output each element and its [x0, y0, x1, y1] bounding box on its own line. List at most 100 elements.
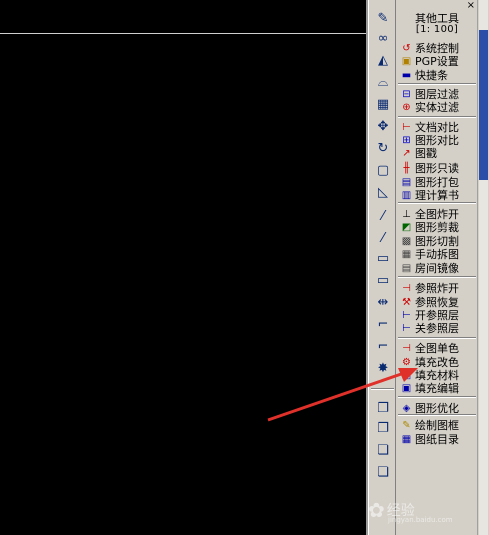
- link-icon[interactable]: ∞: [372, 28, 394, 48]
- menu-item-label: 参照恢复: [415, 296, 459, 309]
- watermark: ✿ 经验 jingyan.baidu.com: [368, 490, 478, 530]
- rotate-icon[interactable]: ↻: [372, 138, 394, 158]
- menu-separator: [398, 276, 476, 278]
- crosshair-line: [0, 33, 368, 34]
- menu-separator: [398, 396, 476, 398]
- mirror-icon[interactable]: ◭: [372, 50, 394, 70]
- menu-item-label: 参照炸开: [415, 282, 459, 295]
- toolbar-separator: [371, 388, 394, 390]
- layer2-icon[interactable]: ❏: [372, 462, 394, 482]
- menu-item[interactable]: ▣ 填充编辑: [398, 382, 478, 395]
- menu-item-label: 图形打包: [415, 176, 459, 189]
- menu-item-label: 图形只读: [415, 162, 459, 175]
- rect-icon[interactable]: ▭: [372, 270, 394, 290]
- extend-icon[interactable]: ⁄: [372, 228, 394, 248]
- menu-item[interactable]: ⊞ 图形对比: [398, 134, 478, 147]
- menu-item[interactable]: ▦ 手动拆图: [398, 248, 478, 261]
- paste-icon[interactable]: ❐: [372, 418, 394, 438]
- menu-item[interactable]: ⊢ 关参照层: [398, 322, 478, 335]
- c-refresh-icon: ↺: [402, 43, 411, 54]
- fill-edit-icon: ▣: [401, 383, 412, 394]
- menu-item-label: PGP设置: [415, 55, 459, 68]
- menu-item[interactable]: ◩ 图形剪裁: [398, 221, 478, 234]
- bar-icon: ▬: [401, 70, 412, 81]
- menu-item-label: 绘制图框: [415, 419, 459, 432]
- menu-item-label: 实体过滤: [415, 101, 459, 114]
- ref-restore-icon: ⚒: [402, 297, 411, 308]
- catalog-icon: ▦: [401, 434, 412, 445]
- ref-explode-icon: ⊣: [402, 283, 411, 294]
- vertical-scrollbar[interactable]: [477, 0, 489, 535]
- explode-all-icon: ⊥: [402, 209, 411, 220]
- copy-icon[interactable]: ❐: [372, 398, 394, 418]
- menu-item-label: 图戳: [415, 147, 437, 160]
- menu-item-label: 关参照层: [415, 322, 459, 335]
- menu-separator: [398, 202, 476, 204]
- menu-item[interactable]: ⊣ 全图单色: [398, 342, 478, 355]
- menu-item[interactable]: ▩ 图形切割: [398, 235, 478, 248]
- menu-item-label: 填充材料: [415, 369, 459, 382]
- split-icon: ▦: [401, 249, 412, 260]
- menu-item-label: 图纸目录: [415, 433, 459, 446]
- menu-separator: [398, 337, 476, 339]
- menu-item[interactable]: ╫ 图形只读: [398, 162, 478, 175]
- stamp-icon: ↗: [402, 148, 411, 159]
- ref-layer-on-icon: ⊢: [402, 310, 411, 321]
- chamfer-icon[interactable]: ⌐: [372, 314, 394, 334]
- mono-icon: ⊣: [402, 343, 411, 354]
- menu-separator: [398, 414, 476, 416]
- menu-item[interactable]: ⊣ 参照炸开: [398, 282, 478, 295]
- menu-item[interactable]: ↗ 图戳: [398, 147, 478, 160]
- readonly-icon: ╫: [403, 163, 410, 174]
- explode-icon[interactable]: ✸: [372, 358, 394, 378]
- paw-logo-icon: ✿: [368, 498, 385, 522]
- menu-item-label: 图形剪裁: [415, 221, 459, 234]
- offset-icon[interactable]: ⌓: [372, 72, 394, 92]
- crop-icon: ◩: [401, 222, 412, 233]
- move-icon[interactable]: ✥: [372, 116, 394, 136]
- other-tools-panel: × 其他工具 [1: 100] ↺ 系统控制 ▣ PGP设置 ▬ 快捷条 ⊟ 图层过滤 ⊕ 实体过…: [395, 0, 477, 535]
- pencil-icon[interactable]: ✎: [372, 8, 394, 28]
- menu-item[interactable]: ▤ 图形打包: [398, 176, 478, 189]
- menu-item[interactable]: ⊥ 全图炸开: [398, 208, 478, 221]
- menu-item-label: 理计算书: [415, 189, 459, 202]
- layer-filter-icon: ⊟: [402, 89, 411, 100]
- entity-filter-icon: ⊕: [402, 102, 411, 113]
- array-icon[interactable]: ▦: [372, 94, 394, 114]
- scale-readout: [1: 100]: [415, 24, 459, 35]
- menu-item[interactable]: ⊟ 图层过滤: [398, 88, 478, 101]
- doc-compare-icon: ⊢: [402, 122, 411, 133]
- menu-item[interactable]: ↺ 系统控制: [398, 42, 478, 55]
- drawing-canvas[interactable]: [0, 0, 368, 535]
- menu-item-label: 文档对比: [415, 121, 459, 134]
- menu-item[interactable]: ▥ 理计算书: [398, 189, 478, 202]
- menu-item[interactable]: ◫ 填充材料: [398, 369, 478, 382]
- menu-separator: [398, 116, 476, 118]
- menu-item-label: 全图单色: [415, 342, 459, 355]
- menu-item[interactable]: ▤ 房间镜像: [398, 262, 478, 275]
- menu-item[interactable]: ▬ 快捷条: [398, 69, 478, 82]
- trim-icon[interactable]: ⁄: [372, 206, 394, 226]
- fillet-icon[interactable]: ⌐: [372, 336, 394, 356]
- scale-icon[interactable]: ▢: [372, 160, 394, 180]
- pgp-icon: ▣: [401, 56, 412, 67]
- draw-frame-icon: ✎: [402, 420, 411, 431]
- menu-item[interactable]: ▣ PGP设置: [398, 55, 478, 68]
- menu-item[interactable]: ⚒ 参照恢复: [398, 296, 478, 309]
- menu-item-label: 开参照层: [415, 309, 459, 322]
- graph-compare-icon: ⊞: [402, 135, 411, 146]
- menu-item[interactable]: ⊢ 开参照层: [398, 309, 478, 322]
- scroll-thumb[interactable]: [479, 30, 488, 180]
- menu-item[interactable]: ✎ 绘制图框: [398, 419, 478, 432]
- break-icon[interactable]: ▭: [372, 248, 394, 268]
- menu-item-label: 手动拆图: [415, 248, 459, 261]
- menu-item-label: 填充编辑: [415, 382, 459, 395]
- join-icon[interactable]: ⇹: [372, 292, 394, 312]
- menu-item[interactable]: ⊢ 文档对比: [398, 121, 478, 134]
- menu-item-label: 全图炸开: [415, 208, 459, 221]
- menu-item[interactable]: ▦ 图纸目录: [398, 433, 478, 446]
- menu-item[interactable]: ⚙ 填充改色: [398, 356, 478, 369]
- stretch-icon[interactable]: ◺: [372, 182, 394, 202]
- menu-item[interactable]: ⊕ 实体过滤: [398, 101, 478, 114]
- layer-icon[interactable]: ❏: [372, 440, 394, 460]
